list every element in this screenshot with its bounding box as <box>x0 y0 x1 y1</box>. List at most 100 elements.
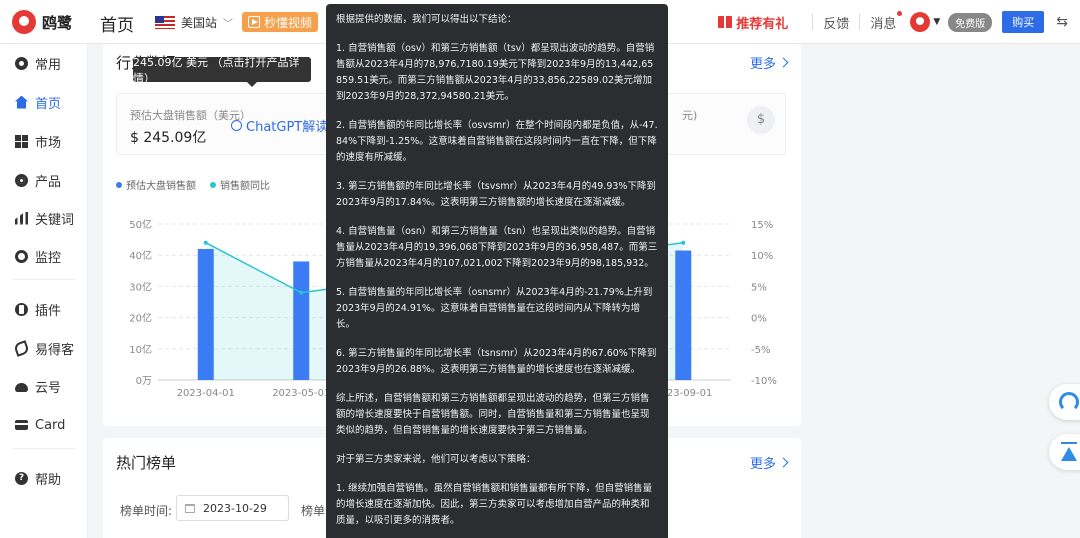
ai-paragraph: 5. 自营销售量的年同比增长率（osnsmr）从2023年4月的-21.79%上… <box>336 287 653 330</box>
sidebar-item-label: 首页 <box>35 96 62 112</box>
sidebar-item-plugin[interactable]: 插件 <box>0 294 88 324</box>
chatgpt-interpret-link[interactable]: ChatGPT解读 <box>231 116 328 135</box>
y-tick-label-right: 10% <box>751 251 773 262</box>
user-avatar[interactable] <box>910 12 931 32</box>
us-flag-icon <box>155 16 175 29</box>
notification-dot <box>897 10 903 16</box>
y-tick-label-right: 5% <box>751 282 767 293</box>
list-date-picker[interactable]: 2023-10-29 <box>176 495 289 521</box>
logo[interactable]: 鸥鹭 <box>12 10 72 34</box>
list-date-label: 榜单时间: <box>120 504 173 518</box>
legend-label: 销售额同比 <box>220 181 270 192</box>
sidebar-item-label: 云号 <box>35 380 62 396</box>
grid-icon <box>15 134 28 148</box>
industry-more-link[interactable]: 更多 <box>750 53 789 72</box>
bar-2023-09-01 <box>675 250 692 380</box>
monitor-icon <box>15 249 28 263</box>
caret-down-icon[interactable]: ▼ <box>933 17 940 27</box>
plan-badge: 免费版 <box>948 12 993 32</box>
ai-interpretation-popup[interactable]: 根据提供的数据，我们可以得出以下结论： 1. 自营销售额（osv）和第三方销售额… <box>326 4 668 538</box>
arrow-up-icon <box>1059 442 1079 462</box>
sidebar-item-monitor[interactable]: 监控 <box>0 241 88 271</box>
sidebar-item-label: 关键词 <box>35 212 75 228</box>
bar-2023-05-01 <box>293 261 310 380</box>
headset-icon <box>1059 392 1079 412</box>
y-tick-label-right: -10% <box>751 376 777 387</box>
sidebar-divider <box>12 279 76 280</box>
page-title: 首页 <box>100 16 134 36</box>
ai-paragraph: 2. 自营销售额的年同比增长率（osvsmr）在整个时间段内都是负值，从-47.… <box>336 120 658 163</box>
ai-paragraph: 综上所述，自营销售额和第三方销售额都呈现出波动的趋势，但第三方销售额的增长速度要… <box>336 393 650 436</box>
chatgpt-label: ChatGPT解读 <box>246 120 329 135</box>
x-tick-label: 2023-04-01 <box>177 388 235 399</box>
recommend-label: 推荐有礼 <box>736 16 789 32</box>
legend-label: 预估大盘销售额 <box>126 181 196 192</box>
recommend-link[interactable]: 推荐有礼 <box>718 13 788 32</box>
calendar-icon <box>185 503 195 513</box>
y-tick-label-right: -5% <box>751 345 770 356</box>
sidebar-item-yidek[interactable]: 易得客 <box>0 333 88 363</box>
sidebar-item-market[interactable]: 市场 <box>0 126 88 156</box>
sidebar-item-help[interactable]: ? 帮助 <box>0 463 88 493</box>
card-icon <box>15 420 28 430</box>
cloud-icon <box>15 383 28 392</box>
bar-2023-04-01 <box>197 248 214 380</box>
chatgpt-icon <box>231 120 242 131</box>
sidebar-item-cloud[interactable]: 云号 <box>0 371 88 401</box>
date-value: 2023-10-29 <box>203 501 267 515</box>
y-tick-label-left: 10亿 <box>129 343 152 356</box>
sidebar: 常用 首页 市场 产品 关键词 监控 插件 易得客 云号 Card ? 帮助 <box>0 44 88 538</box>
ai-paragraph: 4. 自营销售量（osn）和第三方销售量（tsn）也呈现出类似的趋势。自营销售量… <box>336 226 658 269</box>
ai-paragraph: 对于第三方卖家来说，他们可以考虑以下策略： <box>336 454 536 465</box>
switch-icon[interactable]: ⇆ <box>1056 14 1068 30</box>
legend-item[interactable]: 销售额同比 <box>210 177 270 192</box>
ai-paragraph: 1. 自营销售额（osv）和第三方销售额（tsv）都呈现出波动的趋势。自营销售额… <box>336 43 655 102</box>
divider <box>812 14 814 30</box>
y-tick-label-left: 0万 <box>136 376 152 387</box>
site-switcher[interactable]: 美国站 ﹀ <box>155 14 233 31</box>
sidebar-item-label: 帮助 <box>35 472 62 488</box>
home-icon <box>15 95 28 109</box>
legend-item[interactable]: 预估大盘销售额 <box>116 177 196 192</box>
sidebar-item-label: 监控 <box>35 250 62 266</box>
plugin-icon <box>15 302 28 316</box>
back-to-top-button[interactable] <box>1049 434 1080 470</box>
yoy-point-2023-05-01 <box>299 290 304 295</box>
y-tick-label-right: 0% <box>751 314 767 325</box>
site-label: 美国站 <box>181 16 218 30</box>
sidebar-item-product[interactable]: 产品 <box>0 165 88 195</box>
chart-legend: 预估大盘销售额 销售额同比 <box>116 177 270 192</box>
chevron-right-icon <box>778 57 789 68</box>
sidebar-item-label: 产品 <box>35 174 62 190</box>
hot-list-title: 热门榜单 <box>116 454 177 472</box>
yoy-point-2023-04-01 <box>203 240 208 245</box>
sidebar-item-common[interactable]: 常用 <box>0 48 88 78</box>
sidebar-item-home[interactable]: 首页 <box>0 87 88 117</box>
sidebar-item-label: 易得客 <box>35 342 75 358</box>
sidebar-divider <box>12 448 76 449</box>
video-button-label: 秒懂视频 <box>264 15 313 30</box>
logo-text: 鸥鹭 <box>42 13 73 32</box>
feedback-link[interactable]: 反馈 <box>823 13 849 32</box>
ai-paragraph: 6. 第三方销售量的年同比增长率（tsnsmr）从2023年4月的67.60%下… <box>336 348 657 375</box>
buy-button[interactable]: 购买 <box>1002 11 1045 33</box>
messages-link[interactable]: 消息 <box>870 10 903 32</box>
ai-paragraph: 3. 第三方销售额的年同比增长率（tsvsmr）从2023年4月的49.93%下… <box>336 181 656 208</box>
metric-label-right: 元) <box>682 109 698 122</box>
dollar-icon: $ <box>747 106 775 134</box>
customer-service-button[interactable] <box>1049 384 1080 420</box>
video-button[interactable]: 秒懂视频 <box>242 12 319 32</box>
sidebar-item-card[interactable]: Card <box>0 410 88 440</box>
link-icon <box>13 339 30 357</box>
sidebar-item-keyword[interactable]: 关键词 <box>0 203 88 233</box>
yoy-point-2023-09-01 <box>681 240 686 245</box>
metric-value: $ 245.09亿 <box>130 130 207 146</box>
chevron-right-icon <box>778 457 789 468</box>
sidebar-item-label: 插件 <box>35 303 62 319</box>
chevron-down-icon: ﹀ <box>223 19 234 30</box>
sidebar-item-label: 常用 <box>35 57 62 73</box>
hot-more-link[interactable]: 更多 <box>750 453 789 472</box>
legend-dot <box>210 181 216 188</box>
sidebar-item-label: 市场 <box>35 135 62 151</box>
top-right-nav: 推荐有礼 反馈 消息 ▼ 免费版 购买 ⇆ <box>718 0 1080 44</box>
